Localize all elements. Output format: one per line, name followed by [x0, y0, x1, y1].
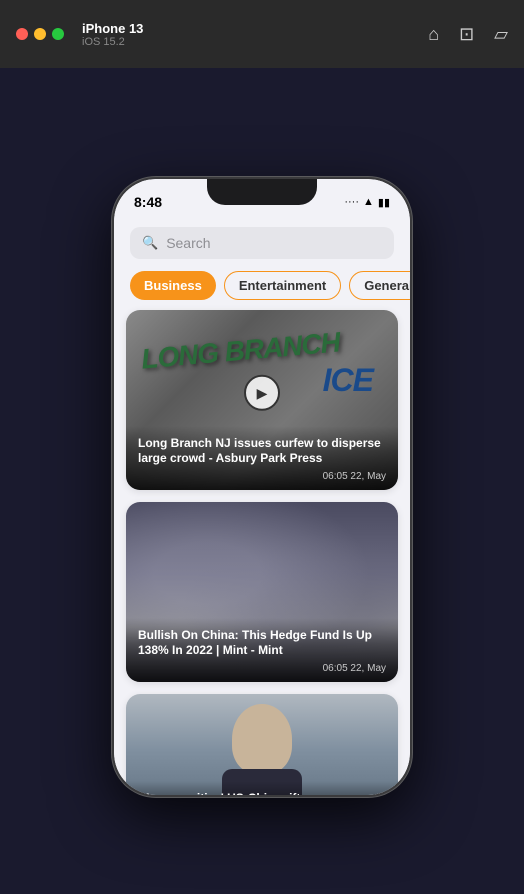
phone-wrapper: 8:48 ···· ▲ ▮▮ 🔍 Search Bu — [112, 177, 412, 797]
desktop-bar: iPhone 13 iOS 15.2 ⌂ ⊡ ▱ — [0, 0, 524, 68]
minimize-button[interactable] — [34, 28, 46, 40]
mirror-icon[interactable]: ▱ — [494, 24, 508, 45]
traffic-lights[interactable] — [16, 28, 64, 40]
play-button[interactable]: ▶ — [244, 375, 280, 411]
card-title-3: 'Very sensitive' US-China rift poses cha… — [138, 791, 386, 795]
card-time-1: 06:05 22, May — [138, 471, 386, 482]
search-container: 🔍 Search — [114, 217, 410, 267]
status-time: 8:48 — [134, 194, 162, 210]
app-content[interactable]: 🔍 Search Business Entertainment General … — [114, 217, 410, 795]
screen: 8:48 ···· ▲ ▮▮ 🔍 Search Bu — [114, 179, 410, 795]
category-entertainment[interactable]: Entertainment — [224, 271, 341, 300]
news-card-3[interactable]: 'Very sensitive' US-China rift poses cha… — [126, 694, 398, 795]
news-list: ▶ Long Branch NJ issues curfew to disper… — [114, 310, 410, 795]
card-title-2: Bullish On China: This Hedge Fund Is Up … — [138, 628, 386, 659]
status-icons: ···· ▲ ▮▮ — [344, 196, 390, 209]
search-bar[interactable]: 🔍 Search — [130, 227, 394, 259]
maximize-button[interactable] — [52, 28, 64, 40]
device-name: iPhone 13 — [82, 21, 143, 36]
notch — [207, 179, 317, 205]
category-general[interactable]: General — [349, 271, 410, 300]
card-overlay-1: Long Branch NJ issues curfew to disperse… — [126, 426, 398, 490]
phone-frame: 8:48 ···· ▲ ▮▮ 🔍 Search Bu — [112, 177, 412, 797]
news-card-2[interactable]: Bullish On China: This Hedge Fund Is Up … — [126, 502, 398, 682]
card-title-1: Long Branch NJ issues curfew to disperse… — [138, 436, 386, 467]
news-card-1[interactable]: ▶ Long Branch NJ issues curfew to disper… — [126, 310, 398, 490]
category-business[interactable]: Business — [130, 271, 216, 300]
card-overlay-2: Bullish On China: This Hedge Fund Is Up … — [126, 618, 398, 682]
wifi-icon: ▲ — [363, 196, 374, 208]
dots-icon: ···· — [344, 196, 359, 208]
home-icon[interactable]: ⌂ — [428, 24, 439, 45]
categories: Business Entertainment General — [114, 267, 410, 310]
device-info: iPhone 13 iOS 15.2 — [82, 21, 143, 48]
battery-icon: ▮▮ — [378, 196, 390, 209]
screenshot-icon[interactable]: ⊡ — [459, 24, 474, 45]
close-button[interactable] — [16, 28, 28, 40]
card-time-2: 06:05 22, May — [138, 663, 386, 674]
search-icon: 🔍 — [142, 235, 158, 251]
device-os: iOS 15.2 — [82, 36, 143, 48]
card-overlay-3: 'Very sensitive' US-China rift poses cha… — [126, 781, 398, 795]
desktop-icons: ⌂ ⊡ ▱ — [428, 24, 508, 45]
search-placeholder: Search — [166, 235, 210, 251]
